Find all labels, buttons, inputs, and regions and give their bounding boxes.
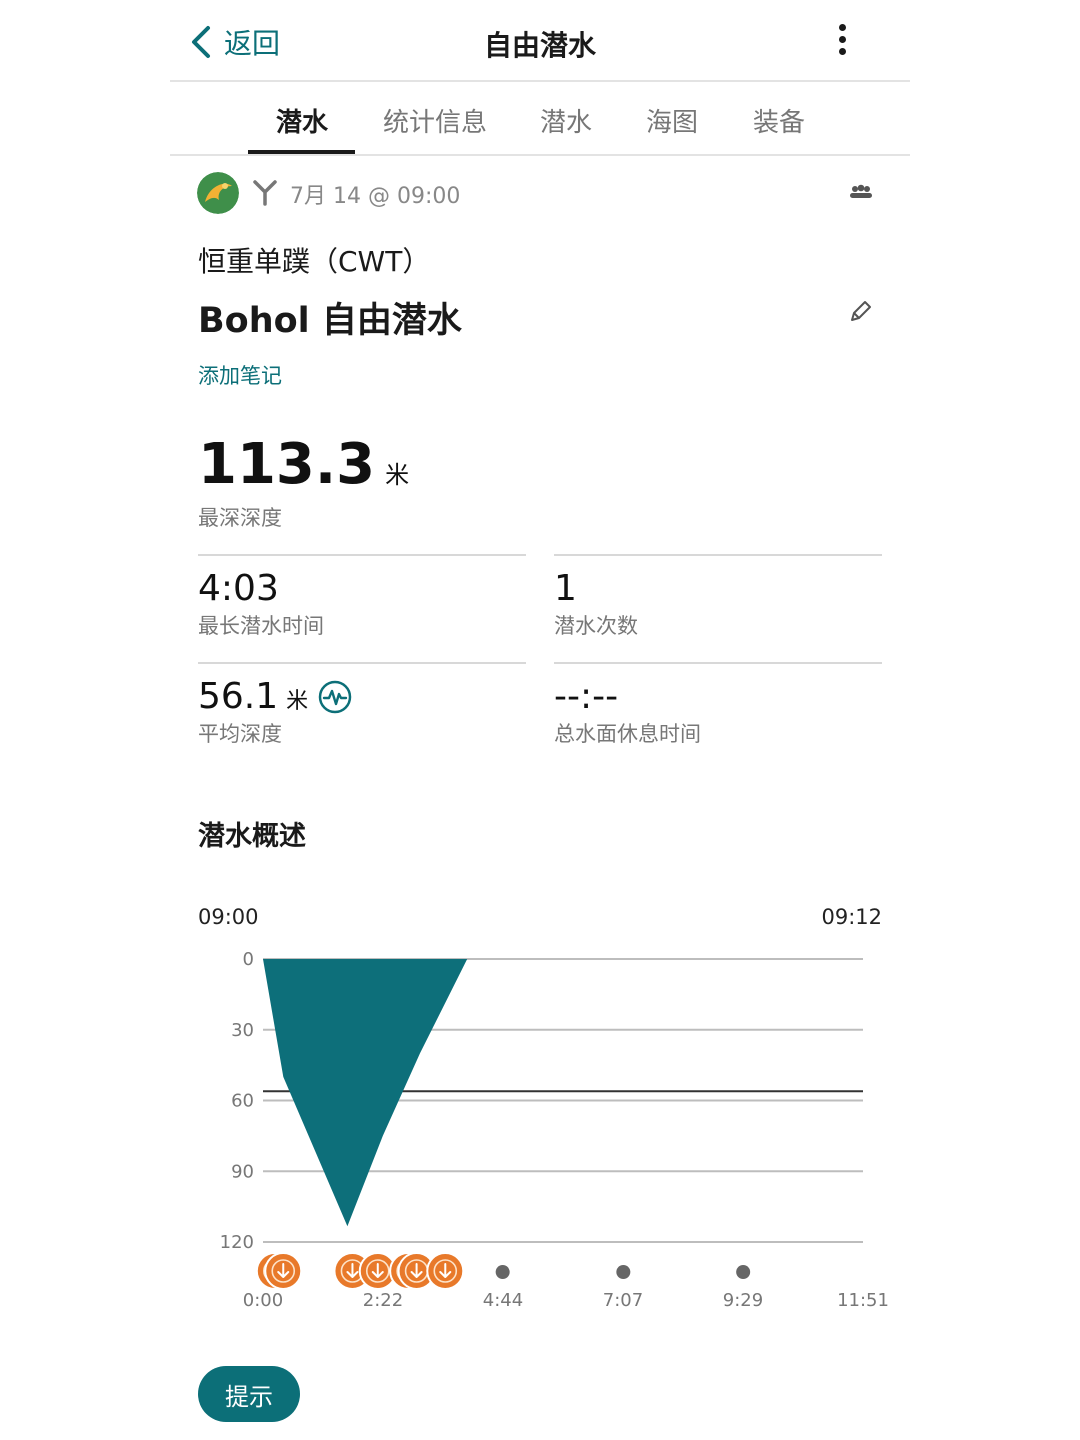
chart-end-time: 09:12 — [821, 905, 882, 929]
tab-gear[interactable]: 装备 — [753, 102, 805, 139]
page-title: 自由潜水 — [483, 29, 596, 62]
heart-rate-icon[interactable] — [318, 680, 352, 714]
hint-button[interactable]: 提示 — [198, 1366, 300, 1422]
dive-count-value: 1 — [554, 568, 577, 609]
avg-depth-label: 平均深度 — [198, 722, 282, 746]
max-depth-label: 最深深度 — [198, 506, 282, 530]
longest-dive-label: 最长潜水时间 — [198, 614, 324, 638]
tab-statistics[interactable]: 统计信息 — [383, 102, 487, 139]
x-tick-label: 9:29 — [723, 1290, 763, 1311]
tab-chart[interactable]: 海图 — [646, 102, 698, 139]
surface-time-label: 总水面休息时间 — [554, 722, 701, 746]
x-tick-label: 11:51 — [837, 1290, 889, 1311]
add-note-link[interactable]: 添加笔记 — [198, 360, 282, 390]
top-bar: 返回 自由潜水 — [170, 0, 910, 82]
descent-event-marker[interactable] — [426, 1252, 465, 1290]
y-tick-label: 30 — [231, 1020, 254, 1041]
y-tick-label: 0 — [243, 949, 254, 970]
y-tick-label: 90 — [231, 1161, 254, 1182]
time-dot-marker — [495, 1265, 510, 1279]
active-tab-indicator — [248, 150, 355, 154]
time-dot-marker — [736, 1265, 751, 1279]
max-depth-value: 113.3 米 — [198, 432, 410, 497]
x-tick-label: 4:44 — [483, 1290, 523, 1311]
dive-count-label: 潜水次数 — [554, 614, 638, 638]
descent-event-marker[interactable] — [264, 1252, 303, 1290]
avg-depth-value: 56.1 米 — [198, 676, 352, 717]
surface-time-value: --:-- — [554, 676, 619, 717]
x-tick-label: 2:22 — [363, 1290, 403, 1311]
depth-profile-area — [263, 959, 468, 1227]
activity-datetime: 7月 14 @ 09:00 — [290, 184, 461, 209]
dive-overview-title: 潜水概述 — [198, 821, 306, 852]
dive-profile-chart: 09:00 09:12 0 30 60 90 120 0:00 2:22 4:44 7:07 9:29… — [198, 905, 889, 1311]
tab-dive-2[interactable]: 潜水 — [540, 102, 592, 139]
activity-name: Bohol 自由潜水 — [198, 301, 462, 341]
dive-type: 恒重单蹼（CWT） — [198, 245, 431, 278]
longest-dive-value: 4:03 — [198, 568, 279, 609]
y-tick-label: 60 — [231, 1091, 254, 1112]
y-tick-label: 120 — [220, 1232, 254, 1253]
tab-bar: 潜水 统计信息 潜水 海图 装备 — [170, 82, 910, 156]
time-dot-marker — [616, 1265, 631, 1279]
chart-start-time: 09:00 — [198, 905, 259, 929]
more-options-icon[interactable] — [832, 24, 852, 64]
group-people-icon[interactable] — [848, 182, 874, 202]
pencil-edit-icon[interactable] — [846, 298, 874, 326]
dive-activity-screen: 返回 自由潜水 潜水 统计信息 潜水 海图 装备 7月 14 @ 09:00 恒… — [0, 0, 1080, 1440]
x-tick-label: 7:07 — [603, 1290, 643, 1311]
x-tick-label: 0:00 — [243, 1290, 283, 1311]
freedive-fin-icon — [253, 180, 277, 206]
avatar[interactable] — [197, 172, 239, 214]
tab-dive[interactable]: 潜水 — [276, 102, 328, 139]
